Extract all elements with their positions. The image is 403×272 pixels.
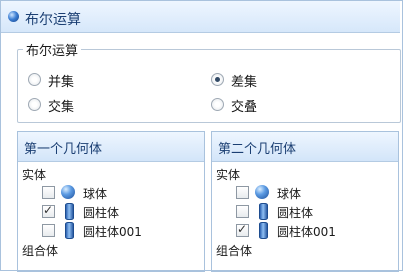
window-title: 布尔运算: [25, 12, 81, 28]
item-label: 圆柱体001: [83, 225, 142, 239]
panel-header-label: 第二个几何体: [218, 142, 297, 157]
radio-difference-label: 差集: [231, 75, 258, 90]
item-checkbox[interactable]: [236, 186, 249, 199]
cylinder-icon: [259, 203, 268, 220]
list-item[interactable]: 圆柱体001: [236, 222, 396, 240]
radio-union-button[interactable]: [28, 73, 41, 86]
item-label: 圆柱体: [83, 206, 120, 220]
cylinder-icon: [65, 222, 74, 239]
sphere-icon: [61, 185, 75, 199]
list-item[interactable]: 球体: [236, 184, 396, 202]
radio-intersection-label: 交集: [48, 100, 75, 115]
list-item[interactable]: 圆柱体: [42, 203, 202, 221]
list-item[interactable]: 球体: [42, 184, 202, 202]
item-label: 球体: [277, 187, 302, 201]
solid-section-label: 实体: [22, 168, 47, 182]
compound-section-label: 组合体: [216, 244, 253, 258]
panel-header: 第一个几何体: [18, 132, 204, 162]
radio-overlap-button[interactable]: [211, 98, 224, 111]
item-checkbox[interactable]: [42, 203, 55, 218]
item-label: 球体: [83, 187, 108, 201]
title-bar: 布尔运算: [1, 1, 400, 33]
item-checkbox[interactable]: [236, 205, 249, 218]
second-geometry-panel: 第二个几何体 实体 球体 圆柱体 圆柱体001 组合体: [211, 131, 399, 272]
radio-overlap-label: 交叠: [231, 100, 258, 115]
compound-section-label: 组合体: [22, 244, 59, 258]
item-checkbox[interactable]: [42, 186, 55, 199]
first-geometry-panel: 第一个几何体 实体 球体 圆柱体 圆柱体001 组合体: [17, 131, 205, 272]
item-checkbox[interactable]: [42, 224, 55, 237]
panel-header-label: 第一个几何体: [24, 142, 103, 157]
cylinder-icon: [259, 222, 268, 239]
solid-section-label: 实体: [216, 168, 241, 182]
group-legend: 布尔运算: [23, 40, 82, 59]
item-label: 圆柱体: [277, 206, 314, 220]
item-checkbox[interactable]: [236, 222, 249, 237]
list-item[interactable]: 圆柱体: [236, 203, 396, 221]
item-label: 圆柱体001: [277, 225, 336, 239]
boolean-operation-group: 布尔运算 并集 差集 交集 交叠: [17, 40, 401, 123]
panel-header: 第二个几何体: [212, 132, 398, 162]
sphere-icon: [8, 11, 19, 22]
radio-difference-button[interactable]: [211, 73, 224, 86]
sphere-icon: [255, 185, 269, 199]
radio-union-label: 并集: [48, 75, 75, 90]
radio-intersection-button[interactable]: [28, 98, 41, 111]
cylinder-icon: [65, 203, 74, 220]
list-item[interactable]: 圆柱体001: [42, 222, 202, 240]
